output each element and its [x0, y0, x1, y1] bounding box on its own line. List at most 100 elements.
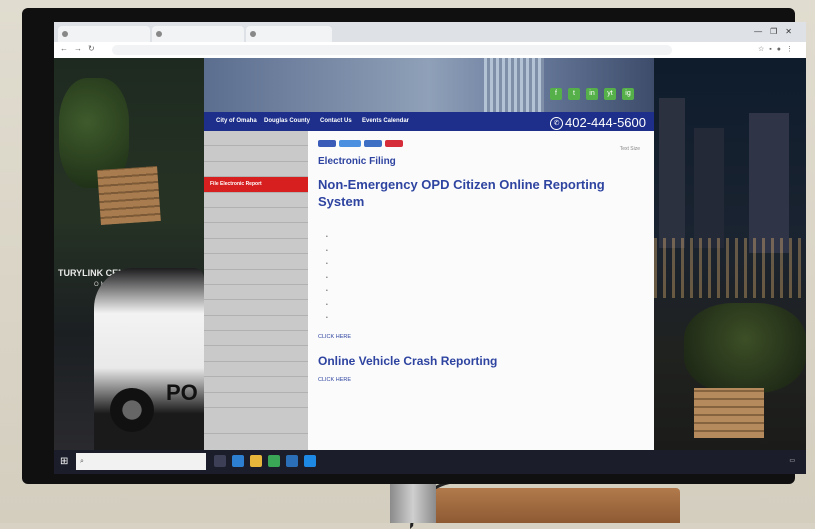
police-website: f t in yt ig City of Omaha Douglas Count…: [204, 58, 654, 450]
share-twitter-button[interactable]: [339, 140, 361, 147]
crash-report-link[interactable]: CLICK HERE: [318, 377, 351, 383]
list-item: [326, 315, 333, 329]
sidebar-item[interactable]: [204, 270, 308, 285]
crash-heading: Online Vehicle Crash Reporting: [318, 354, 498, 368]
profile-icon[interactable]: ●: [777, 46, 786, 53]
site-navbar: City of Omaha Douglas County Contact Us …: [204, 112, 654, 131]
facebook-icon[interactable]: f: [550, 88, 562, 100]
list-item: [326, 234, 333, 248]
mail-icon[interactable]: [304, 455, 316, 467]
back-icon[interactable]: ←: [60, 44, 74, 53]
edge-icon[interactable]: [232, 455, 244, 467]
nav-link-contact-us[interactable]: Contact Us: [320, 118, 352, 124]
phone-number[interactable]: ✆ 402-444-5600: [550, 115, 646, 131]
sidebar-item[interactable]: [204, 285, 308, 301]
windows-start-icon[interactable]: ⊞: [60, 456, 71, 467]
share-buttons: [318, 134, 406, 147]
share-email-button[interactable]: [364, 140, 382, 147]
window-controls[interactable]: —❐✕: [754, 27, 800, 36]
page-title: Non-Emergency OPD Citizen Online Reporti…: [318, 177, 605, 209]
tab-favicon: [62, 31, 68, 37]
crash-report-line: CLICK HERE: [318, 377, 351, 383]
phone-icon: ✆: [550, 117, 564, 131]
file-report-link[interactable]: CLICK HERE: [318, 334, 351, 340]
sidebar-menu: File Electronic Report: [204, 131, 308, 450]
sidebar-item[interactable]: [204, 408, 308, 435]
menu-icon[interactable]: ⋮: [786, 46, 798, 53]
instagram-icon[interactable]: ig: [622, 88, 634, 100]
list-item: [326, 248, 333, 262]
share-facebook-button[interactable]: [318, 140, 336, 147]
sidebar-item[interactable]: [204, 146, 308, 162]
forward-icon[interactable]: →: [74, 44, 88, 53]
tab-favicon: [250, 31, 256, 37]
banner-tower-image: [484, 58, 544, 112]
share-pinterest-button[interactable]: [385, 140, 403, 147]
list-item: [326, 288, 333, 302]
browser-tabstrip: —❐✕: [54, 22, 806, 42]
notifications-icon[interactable]: ▭: [789, 458, 798, 464]
sidebar-item[interactable]: [204, 131, 308, 147]
list-item: [326, 302, 333, 316]
sidebar-item[interactable]: [204, 208, 308, 224]
file-report-line: CLICK HERE: [318, 334, 351, 340]
browser-extension-icons: ☆▪●⋮: [758, 45, 798, 53]
foliage-image: [684, 303, 806, 393]
close-icon[interactable]: ✕: [785, 27, 800, 36]
address-bar-row: ←→↻ ☆▪●⋮: [54, 42, 806, 59]
building-image: [659, 98, 685, 248]
sidebar-item[interactable]: [204, 223, 308, 239]
crate-image: [97, 165, 161, 226]
text-size-control[interactable]: Text Size: [620, 146, 640, 152]
screen: —❐✕ ←→↻ ☆▪●⋮ TURYLINK CENTE OMI PO: [54, 22, 806, 474]
sidebar-item[interactable]: [204, 393, 308, 409]
sidebar-item[interactable]: [204, 362, 308, 378]
taskbar-search-input[interactable]: ⌕: [76, 453, 206, 470]
minimize-icon[interactable]: —: [754, 27, 770, 36]
background-photo-left: TURYLINK CENTE OMI PO: [54, 58, 204, 450]
building-image: [749, 113, 789, 253]
extension-icon[interactable]: ▪: [769, 46, 776, 53]
store-icon[interactable]: [286, 455, 298, 467]
sidebar-item[interactable]: [204, 162, 308, 178]
search-icon: ⌕: [80, 458, 84, 465]
browser-tab-1[interactable]: [58, 26, 150, 42]
star-icon[interactable]: ☆: [758, 46, 769, 53]
sidebar-item[interactable]: [204, 331, 308, 347]
chrome-icon[interactable]: [268, 455, 280, 467]
sidebar-item[interactable]: [204, 254, 308, 270]
linkedin-icon[interactable]: in: [586, 88, 598, 100]
monitor-bezel: —❐✕ ←→↻ ☆▪●⋮ TURYLINK CENTE OMI PO: [22, 8, 806, 484]
sidebar-item[interactable]: [204, 193, 308, 208]
nav-link-douglas-county[interactable]: Douglas County: [264, 118, 310, 124]
browser-tab-2[interactable]: [152, 26, 244, 42]
city-lights: [654, 238, 806, 298]
browser-tab-3[interactable]: [246, 26, 332, 42]
youtube-icon[interactable]: yt: [604, 88, 616, 100]
sidebar-item[interactable]: [204, 300, 308, 316]
nav-link-city-of-omaha[interactable]: City of Omaha: [216, 118, 257, 124]
maximize-icon[interactable]: ❐: [770, 27, 785, 36]
building-image: [694, 128, 724, 248]
monitor-stand: [390, 478, 436, 523]
system-tray[interactable]: ▭: [789, 457, 798, 464]
section-label: Electronic Filing: [318, 156, 396, 167]
phone-text: 402-444-5600: [565, 115, 646, 130]
car-lettering: PO: [166, 380, 198, 405]
car-wheel-image: [110, 388, 154, 432]
sidebar-item-file-electronic-report[interactable]: File Electronic Report: [204, 177, 308, 193]
list-item: [326, 261, 333, 275]
file-explorer-icon[interactable]: [250, 455, 262, 467]
task-view-icon[interactable]: [214, 455, 226, 467]
report-type-list: [326, 234, 333, 329]
sidebar-item[interactable]: [204, 316, 308, 332]
crate-image: [694, 388, 764, 438]
sidebar-item[interactable]: [204, 239, 308, 255]
site-banner: f t in yt ig: [204, 58, 654, 112]
sidebar-item[interactable]: [204, 377, 308, 393]
url-input[interactable]: [112, 45, 672, 55]
reload-icon[interactable]: ↻: [88, 44, 101, 53]
nav-link-events-calendar[interactable]: Events Calendar: [362, 118, 409, 124]
twitter-icon[interactable]: t: [568, 88, 580, 100]
sidebar-item[interactable]: [204, 346, 308, 362]
